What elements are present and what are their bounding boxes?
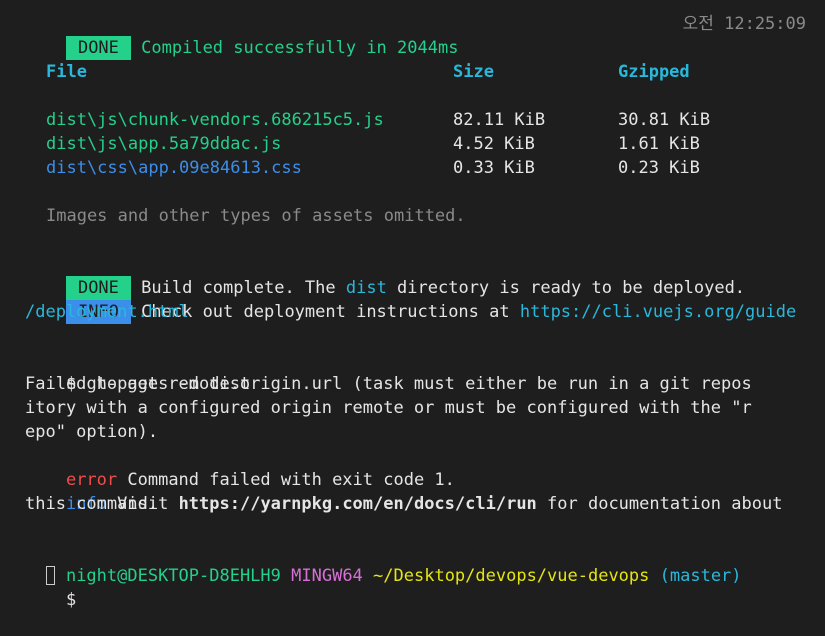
asset-size: 82.11 KiB (453, 110, 546, 130)
header-gzipped: Gzipped (618, 62, 690, 82)
user-host: night@DESKTOP-D8EHLH9 (65, 566, 281, 586)
info-message-end: for documentation about (536, 494, 783, 514)
asset-gzipped: 1.61 KiB (618, 134, 700, 154)
asset-gzipped: 0.23 KiB (618, 158, 700, 178)
asset-gzipped: 30.81 KiB (618, 110, 711, 130)
done-badge: DONE (65, 36, 131, 60)
deploy-guide-link-cont[interactable]: /deployment.html (25, 300, 189, 324)
error-output-line: itory with a configured origin remote or… (25, 398, 752, 418)
text-cursor (46, 566, 55, 585)
asset-file: dist\css\app.09e84613.css (46, 158, 302, 178)
error-output-line: epo" option). (25, 422, 159, 442)
compile-message: Compiled successfully in 2044ms (141, 38, 459, 58)
asset-size: 4.52 KiB (453, 134, 535, 154)
header-size: Size (453, 62, 494, 82)
yarn-docs-link[interactable]: https://yarnpkg.com/en/docs/cli/run (179, 494, 537, 514)
shell-env: MINGW64 (291, 566, 363, 586)
timestamp: 오전 12:25:09 (682, 14, 806, 34)
info-message-cont: this command. (25, 494, 159, 514)
git-branch: (master) (659, 566, 742, 586)
assets-note: Images and other types of assets omitted… (46, 206, 466, 226)
error-output-line: Failed to get remote.origin.url (task mu… (25, 374, 752, 394)
deploy-guide-link[interactable]: https://cli.vuejs.org/guide (520, 302, 796, 322)
shell-prompt-line: night@DESKTOP-D8EHLH9 MINGW64 ~/Desktop/… (25, 540, 742, 586)
asset-size: 0.33 KiB (453, 158, 535, 178)
asset-file: dist\js\app.5a79ddac.js (46, 134, 282, 154)
asset-file: dist\js\chunk-vendors.686215c5.js (46, 110, 384, 130)
command-line: $ gh-pages -d dist (25, 348, 250, 394)
deploy-info-message: Check out deployment instructions at (141, 302, 520, 322)
terminal-window[interactable]: DONE Compiled successfully in 2044ms 오전 … (0, 0, 825, 610)
error-line: error Command failed with exit code 1. (25, 444, 455, 490)
deploy-info-line: INFO Check out deployment instructions a… (25, 276, 796, 324)
header-file: File (46, 62, 87, 82)
prompt-symbol: $ (65, 590, 77, 610)
info-line: info Visit https://yarnpkg.com/en/docs/c… (25, 468, 782, 514)
build-line: DONE Build complete. The dist directory … (25, 252, 745, 300)
current-path: ~/Desktop/devops/vue-devops (373, 566, 650, 586)
compile-line: DONE Compiled successfully in 2044ms (25, 12, 458, 60)
